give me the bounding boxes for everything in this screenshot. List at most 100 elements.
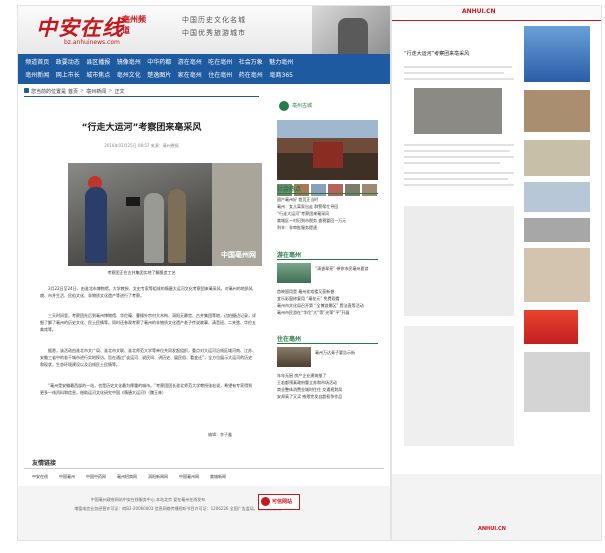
travel-feature[interactable]: “清香翠亮” 带你市民亳州夏游	[277, 263, 378, 285]
list-item[interactable]: 亳州：女儿离家出走 群警帮忙寻回	[277, 203, 378, 210]
preview-text-line	[404, 156, 514, 158]
thumb-3[interactable]	[311, 184, 326, 196]
list-item[interactable]: 王若都预真政府重立苏和市场活动	[277, 379, 378, 386]
thumb-4[interactable]	[328, 184, 343, 196]
nav-item-r1-3[interactable]: 镜像亳州	[114, 57, 145, 66]
friend-link[interactable]: 中国亳州网	[179, 474, 199, 480]
sidebar-logo-text: 亳州古城	[292, 103, 313, 109]
nav-item-r1-4[interactable]: 中华药都	[144, 57, 175, 66]
list-item[interactable]: “行走大运河”考察团来亳采风	[277, 210, 378, 217]
section-rule	[277, 259, 378, 260]
nav-item-r2-1[interactable]: 网上市长	[53, 70, 84, 79]
main-page: 中安在线 亳州频道 bz.anhuinews.com 中国历史文化名城 中国优秀…	[18, 6, 390, 540]
article-paragraph-1: 3月22日至24日，由淮北市博物馆、大学教授、文史专家等组成的隋唐大运河文化考察…	[40, 286, 253, 298]
list-item[interactable]: 年年无厨 房产企业建筑推了	[277, 372, 378, 379]
list-item[interactable]: 亳州市文化局召开第 “全博游景区” 暨法直等活动	[277, 302, 378, 309]
list-item[interactable]: 宜乐彩窗修复用 “亳花元” 免费观看	[277, 295, 378, 302]
channel-name: 亳州频道	[122, 15, 146, 35]
preview-text-line	[404, 66, 512, 68]
breadcrumb-sep: >	[80, 88, 85, 94]
preview-block	[414, 88, 502, 134]
photo-person	[144, 193, 164, 263]
photo-camera	[126, 197, 140, 206]
nav-item-r2-5[interactable]: 家在亳州	[175, 70, 206, 79]
section-title-travel: 游在亳州	[277, 252, 302, 259]
breadcrumb-home[interactable]: 首页	[68, 88, 78, 95]
preview-text-line	[404, 172, 514, 174]
breadcrumb-sep: >	[108, 88, 113, 94]
section-rule	[277, 343, 378, 344]
living-feature[interactable]: 亳州万达青子要告示街	[277, 347, 378, 369]
preview-text-line	[404, 178, 508, 180]
breadcrumb-prefix: 您当前的位置是	[31, 89, 67, 95]
preview-block	[524, 26, 590, 82]
list-item[interactable]: 商业整体消费业城时住住 交通规划局	[277, 386, 378, 393]
article-paragraph-4: “亳州是安徽最西部的一站，也是历史文化最为厚重的城市。”考察团团长淮北师范大学教…	[40, 383, 253, 395]
nav-item-r1-5[interactable]: 游在亳州	[175, 57, 206, 66]
list-item[interactable]: 亳州市民游在“华佗”大“等”光荣“平”开展	[277, 309, 378, 316]
nav-item-r2-2[interactable]: 城市焦点	[83, 70, 114, 79]
article-photo: 中国亳州网	[68, 163, 262, 266]
nav-item-r1-0[interactable]: 频道首页	[22, 57, 53, 66]
list-item[interactable]: 国产亳州好 首页正当时	[277, 196, 378, 203]
nav-row-1: 频道首页 政要动态 县区播报 镜像亳州 中华药都 游在亳州 吃在亳州 社会万象 魅力亳州	[22, 57, 297, 66]
nav-item-r2-4[interactable]: 楚逸图片	[144, 70, 175, 79]
nav-item-r1-7[interactable]: 社会万象	[236, 57, 267, 66]
breadcrumb-current: 正文	[114, 89, 125, 95]
breadcrumb: 您当前的位置是 首页 > 亳州新闻 > 正文	[24, 88, 124, 95]
friend-link[interactable]: 中国亳州	[59, 474, 75, 480]
nav-item-r1-2[interactable]: 县区播报	[83, 57, 114, 66]
nav-item-r2-0[interactable]: 亳州新闻	[22, 70, 53, 79]
main-nav: 频道首页 政要动态 县区播报 镜像亳州 中华药都 游在亳州 吃在亳州 社会万象 魅力亳州 亳州新…	[18, 54, 390, 84]
home-icon	[24, 88, 29, 93]
preview-text-line	[404, 144, 514, 146]
feature-text: 亳州万达青子要告示街	[315, 350, 355, 355]
friend-link[interactable]: 涡阳新闻网	[148, 474, 168, 480]
preview-block	[524, 90, 590, 132]
preview-footer: ANHUI.CN	[392, 474, 601, 540]
nav-item-r2-6[interactable]: 住在亳州	[205, 70, 236, 79]
photo-watermark: 中国亳州网	[221, 251, 256, 259]
nav-item-r2-7[interactable]: 药在亳州	[236, 70, 267, 79]
friend-links-rule	[24, 468, 384, 469]
nav-item-r2-8[interactable]: 亳商365	[266, 70, 297, 79]
list-item[interactable]: 安邦高了又买 感恩完发自超权争作品	[277, 393, 378, 400]
friend-link[interactable]: 中国中药网	[86, 474, 106, 480]
header-banner-photo	[312, 6, 390, 54]
article-title: “行走大运河”考察团来亳采风	[81, 123, 202, 133]
preview-text-line	[404, 150, 510, 152]
breadcrumb-section[interactable]: 亳州新闻	[86, 88, 106, 95]
sidebar-photo[interactable]	[277, 120, 378, 180]
preview-footer-logo: ANHUI.CN	[478, 526, 506, 532]
nav-item-r2-3[interactable]: 亳州文化	[114, 70, 145, 79]
sidebar-logo: 亳州古城	[279, 98, 329, 114]
list-item[interactable]: 首映国用是 亳州花戏楼又获新誉	[277, 288, 378, 295]
friend-link[interactable]: 谯城新闻	[210, 474, 226, 480]
trusted-badge-icon	[261, 497, 270, 506]
trusted-site-badge[interactable]: 可信网站	[258, 494, 300, 510]
mobile-preview-page: ANHUI.CN “行走大运河”考察团来亳采风 ANHUI.CN	[392, 6, 601, 540]
section-rule	[277, 193, 378, 194]
preview-block	[404, 326, 514, 446]
preview-block	[524, 140, 590, 176]
friend-link[interactable]: 中安在线	[32, 474, 48, 480]
friend-link[interactable]: 亳州招商网	[117, 474, 137, 480]
photo-caption: 考察团正在古井集团实地了解酿造工艺	[107, 270, 176, 275]
list-item[interactable]: 谯城区一村妇到市税务 查税要回一万元	[277, 217, 378, 224]
nav-item-r1-8[interactable]: 魅力亳州	[266, 57, 297, 66]
preview-title: “行走大运河”考察团来亳采风	[404, 51, 470, 57]
nav-item-r1-6[interactable]: 吃在亳州	[205, 57, 236, 66]
site-logo[interactable]: 中安在线	[36, 12, 124, 42]
thumb-6[interactable]	[362, 184, 377, 196]
preview-logo[interactable]: ANHUI.CN	[462, 8, 496, 15]
article-meta: 2016年03月25日 08:57 来源：亳州晚报	[104, 143, 179, 148]
sidebar-logo-icon	[279, 101, 289, 111]
feature-thumb	[277, 347, 311, 367]
travel-list: 首映国用是 亳州花戏楼又获新誉 宜乐彩窗修复用 “亳花元” 免费观看 亳州市文化…	[277, 288, 378, 316]
list-item[interactable]: 利辛：非审批服务提速	[277, 224, 378, 231]
section-title-hot: 社会热点	[277, 186, 302, 193]
photo-person	[168, 189, 186, 263]
nav-item-r1-1[interactable]: 政要动态	[53, 57, 84, 66]
preview-ad-banner[interactable]	[524, 310, 578, 344]
thumb-5[interactable]	[345, 184, 360, 196]
